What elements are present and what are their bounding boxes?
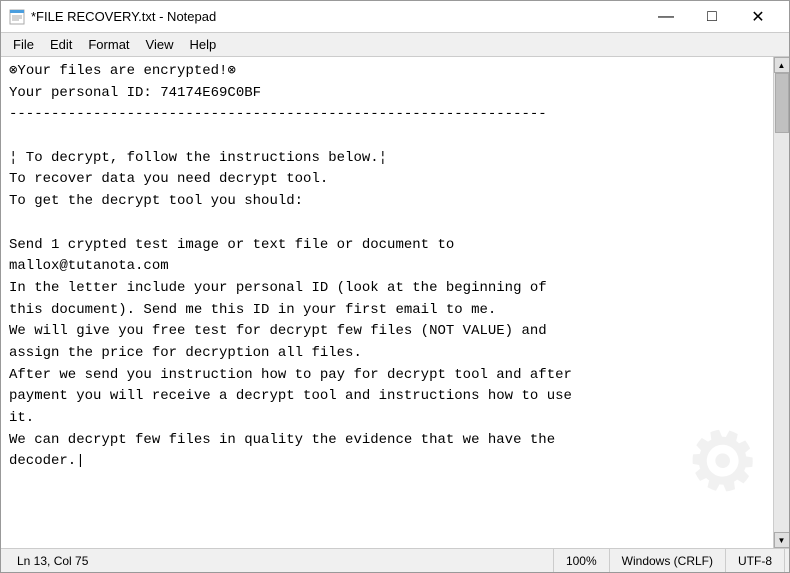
status-line-ending: Windows (CRLF) — [610, 549, 726, 572]
status-encoding: UTF-8 — [726, 549, 785, 572]
menu-edit[interactable]: Edit — [42, 35, 80, 54]
cursor-position: Ln 13, Col 75 — [17, 554, 88, 568]
status-zoom: 100% — [554, 549, 610, 572]
menu-format[interactable]: Format — [80, 35, 137, 54]
scroll-thumb[interactable] — [775, 73, 789, 133]
scroll-up-button[interactable]: ▲ — [774, 57, 790, 73]
line-ending: Windows (CRLF) — [622, 554, 713, 568]
window-title: *FILE RECOVERY.txt - Notepad — [31, 9, 643, 24]
minimize-button[interactable]: — — [643, 1, 689, 33]
status-bar: Ln 13, Col 75 100% Windows (CRLF) UTF-8 — [1, 548, 789, 572]
scroll-track[interactable] — [774, 73, 790, 532]
menu-view[interactable]: View — [138, 35, 182, 54]
zoom-level: 100% — [566, 554, 597, 568]
menu-bar: File Edit Format View Help — [1, 33, 789, 57]
title-bar: *FILE RECOVERY.txt - Notepad — □ ✕ — [1, 1, 789, 33]
notepad-window: *FILE RECOVERY.txt - Notepad — □ ✕ File … — [0, 0, 790, 573]
close-button[interactable]: ✕ — [735, 1, 781, 33]
app-icon — [9, 9, 25, 25]
scroll-down-button[interactable]: ▼ — [774, 532, 790, 548]
maximize-button[interactable]: □ — [689, 1, 735, 33]
text-editor[interactable]: ⊗Your files are encrypted!⊗ Your persona… — [1, 57, 773, 548]
menu-file[interactable]: File — [5, 35, 42, 54]
editor-area: ⊗Your files are encrypted!⊗ Your persona… — [1, 57, 789, 548]
status-position: Ln 13, Col 75 — [5, 549, 554, 572]
vertical-scrollbar[interactable]: ▲ ▼ — [773, 57, 789, 548]
window-controls: — □ ✕ — [643, 1, 781, 33]
menu-help[interactable]: Help — [181, 35, 224, 54]
encoding: UTF-8 — [738, 554, 772, 568]
